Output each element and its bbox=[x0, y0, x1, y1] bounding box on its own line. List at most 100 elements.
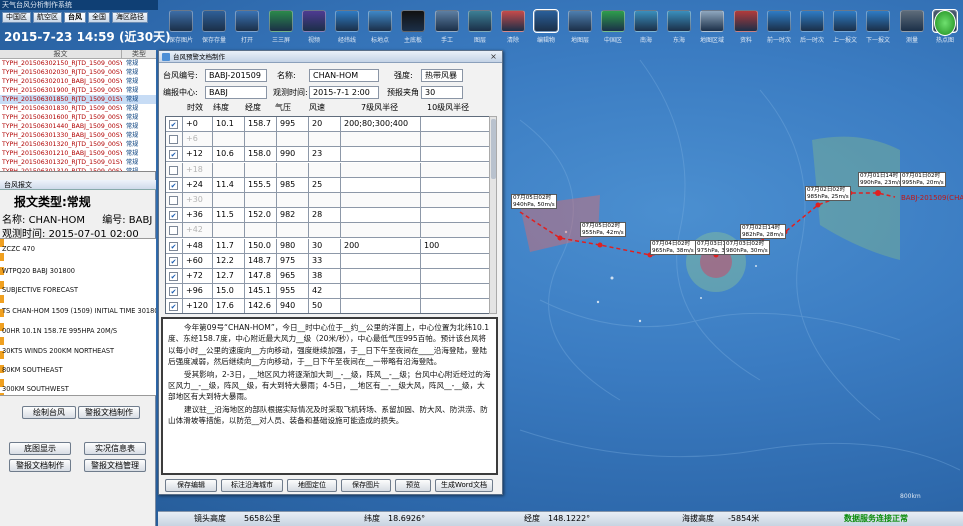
save-edit-button[interactable]: 保存编辑 bbox=[165, 479, 217, 492]
cell-wind[interactable] bbox=[308, 132, 340, 147]
cell-r10[interactable] bbox=[420, 132, 490, 147]
warning-text-editor[interactable]: 今年第09号“CHAN-HOM”，今日__时中心位于__约__公里的洋面上，中心… bbox=[161, 317, 498, 475]
cell-wind[interactable]: 42 bbox=[308, 284, 340, 299]
toolbar-next-report-button[interactable]: 下一报文 bbox=[863, 8, 893, 46]
row-checkbox[interactable] bbox=[169, 165, 178, 175]
cell-wind[interactable]: 25 bbox=[308, 177, 340, 192]
cell-r7[interactable] bbox=[340, 299, 420, 313]
cell-pres[interactable] bbox=[276, 162, 308, 177]
cell-wind[interactable]: 28 bbox=[308, 208, 340, 223]
toolbar-globe-grid-button[interactable]: 经纬线 bbox=[332, 8, 362, 46]
cell-r7[interactable] bbox=[340, 162, 420, 177]
cell-r7[interactable] bbox=[340, 177, 420, 192]
table-row[interactable]: +18 bbox=[166, 162, 490, 178]
cell-r10[interactable] bbox=[420, 284, 490, 299]
row-checkbox[interactable]: ✔ bbox=[169, 211, 178, 221]
toolbar-map-layer-button[interactable]: 地图层 bbox=[565, 8, 595, 46]
warning-doc-button[interactable]: 警报文档制作 bbox=[78, 406, 140, 419]
cell-r10[interactable] bbox=[420, 269, 490, 283]
alert-manage-button[interactable]: 警报文档管理 bbox=[84, 459, 146, 472]
cell-lon[interactable]: 158.0 bbox=[244, 147, 276, 162]
tab-typhoon[interactable]: 台风 bbox=[64, 12, 86, 23]
tab-typhoon-report[interactable]: 台风报文 bbox=[0, 180, 156, 190]
cell-pres[interactable]: 980 bbox=[276, 238, 308, 253]
base-map-button[interactable]: 底图显示 bbox=[9, 442, 71, 455]
cell-wind[interactable] bbox=[308, 223, 340, 238]
intensity-field[interactable]: 热带风暴 bbox=[421, 69, 463, 82]
cell-pres[interactable]: 975 bbox=[276, 253, 308, 268]
toolbar-region-button[interactable]: 地图区域 bbox=[697, 8, 727, 46]
table-row[interactable]: ✔ +48 11.7 150.0 980 30 200 100 bbox=[166, 238, 490, 254]
cell-pres[interactable]: 955 bbox=[276, 284, 308, 299]
cell-lat[interactable] bbox=[212, 132, 244, 147]
user-status-icon[interactable] bbox=[934, 10, 956, 36]
toolbar-prev-report-button[interactable]: 上一报文 bbox=[830, 8, 860, 46]
cell-lat[interactable]: 11.7 bbox=[212, 238, 244, 253]
file-list-item[interactable]: TYPH_201506302030_RJTD_1509_00SY.txt 常规 bbox=[0, 68, 156, 77]
table-row[interactable]: +6 bbox=[166, 132, 490, 148]
cell-wind[interactable]: 20 bbox=[308, 117, 340, 131]
cell-hour[interactable]: +18 bbox=[182, 162, 212, 177]
cell-pres[interactable] bbox=[276, 132, 308, 147]
obs-time-field[interactable]: 2015-7-1 2:00 bbox=[309, 86, 379, 99]
toolbar-next-time-button[interactable]: 后一时次 bbox=[797, 8, 827, 46]
tab-china[interactable]: 中国区 bbox=[2, 12, 31, 23]
cell-hour[interactable]: +12 bbox=[182, 147, 212, 162]
cell-r7[interactable] bbox=[340, 223, 420, 238]
cell-lon[interactable]: 158.7 bbox=[244, 117, 276, 131]
tab-sea-route[interactable]: 海区路径 bbox=[112, 12, 148, 23]
file-list-item[interactable]: TYPH_201506301330_BABJ_1509_00SY.txt 常规 bbox=[0, 131, 156, 140]
scrollbar-thumb[interactable] bbox=[491, 119, 496, 179]
cell-r7[interactable]: 200;80;300;400 bbox=[340, 117, 420, 131]
table-row[interactable]: +30 bbox=[166, 193, 490, 208]
cell-lat[interactable]: 11.4 bbox=[212, 177, 244, 192]
cell-pres[interactable]: 985 bbox=[276, 177, 308, 192]
toolbar-split-screen-button[interactable]: 三三屏 bbox=[266, 8, 296, 46]
row-checkbox[interactable]: ✔ bbox=[169, 272, 178, 281]
cell-pres[interactable]: 982 bbox=[276, 208, 308, 223]
cell-r10[interactable] bbox=[420, 223, 490, 238]
toolbar-edit-tool-button[interactable]: 编辑物 bbox=[531, 8, 561, 46]
toolbar-data-save-button[interactable]: 保存存量 bbox=[199, 8, 229, 46]
cell-lon[interactable] bbox=[244, 162, 276, 177]
file-list-item[interactable]: TYPH_201506301440_BABJ_1509_00SY.txt 常规 bbox=[0, 122, 156, 131]
file-list-item[interactable]: TYPH_201506301320_RJTD_1509_01SY.txt 常规 bbox=[0, 158, 156, 167]
toolbar-china-map-button[interactable]: 中国区 bbox=[598, 8, 628, 46]
angle-field[interactable]: 30 bbox=[421, 86, 463, 99]
cell-hour[interactable]: +72 bbox=[182, 269, 212, 283]
cell-lon[interactable]: 142.6 bbox=[244, 299, 276, 313]
cell-wind[interactable]: 33 bbox=[308, 253, 340, 268]
cell-hour[interactable]: +24 bbox=[182, 177, 212, 192]
toolbar-south-sea-button[interactable]: 南海 bbox=[631, 8, 661, 46]
cell-r10[interactable] bbox=[420, 177, 490, 192]
row-checkbox[interactable] bbox=[169, 196, 178, 205]
cell-lat[interactable]: 15.0 bbox=[212, 284, 244, 299]
cell-hour[interactable]: +120 bbox=[182, 299, 212, 313]
cell-lat[interactable]: 17.6 bbox=[212, 299, 244, 313]
toolbar-pin-button[interactable]: 标地点 bbox=[365, 8, 395, 46]
cell-lat[interactable]: 12.7 bbox=[212, 269, 244, 283]
generate-word-button[interactable]: 生成Word文档 bbox=[435, 479, 493, 492]
cell-lon[interactable]: 147.8 bbox=[244, 269, 276, 283]
cell-pres[interactable]: 995 bbox=[276, 117, 308, 131]
file-list-item[interactable]: TYPH_201506301320_RJTD_1509_00SY.txt 常规 bbox=[0, 140, 156, 149]
cell-lat[interactable]: 10.1 bbox=[212, 117, 244, 131]
cell-r7[interactable] bbox=[340, 193, 420, 207]
cell-r7[interactable] bbox=[340, 147, 420, 162]
center-field[interactable]: BABJ bbox=[205, 86, 267, 99]
cell-wind[interactable] bbox=[308, 162, 340, 177]
cell-r10[interactable] bbox=[420, 253, 490, 268]
file-list-item[interactable]: TYPH_201506301830_RJTD_1509_00SY.txt 常规 bbox=[0, 104, 156, 113]
cell-hour[interactable]: +96 bbox=[182, 284, 212, 299]
live-info-button[interactable]: 实况信息表 bbox=[84, 442, 146, 455]
cell-r7[interactable] bbox=[340, 208, 420, 223]
cell-hour[interactable]: +0 bbox=[182, 117, 212, 131]
cell-r10[interactable]: 100 bbox=[420, 238, 490, 253]
draw-typhoon-button[interactable]: 绘制台风 bbox=[22, 406, 76, 419]
table-row[interactable]: ✔ +12 10.6 158.0 990 23 bbox=[166, 147, 490, 163]
cell-lon[interactable] bbox=[244, 193, 276, 207]
dialog-titlebar[interactable]: 台风预警文档制作 × bbox=[159, 51, 502, 63]
file-list-item[interactable]: TYPH_201506302150_RJTD_1509_00SY.txt 常规 bbox=[0, 59, 156, 68]
cell-r10[interactable] bbox=[420, 299, 490, 313]
cell-pres[interactable]: 990 bbox=[276, 147, 308, 162]
